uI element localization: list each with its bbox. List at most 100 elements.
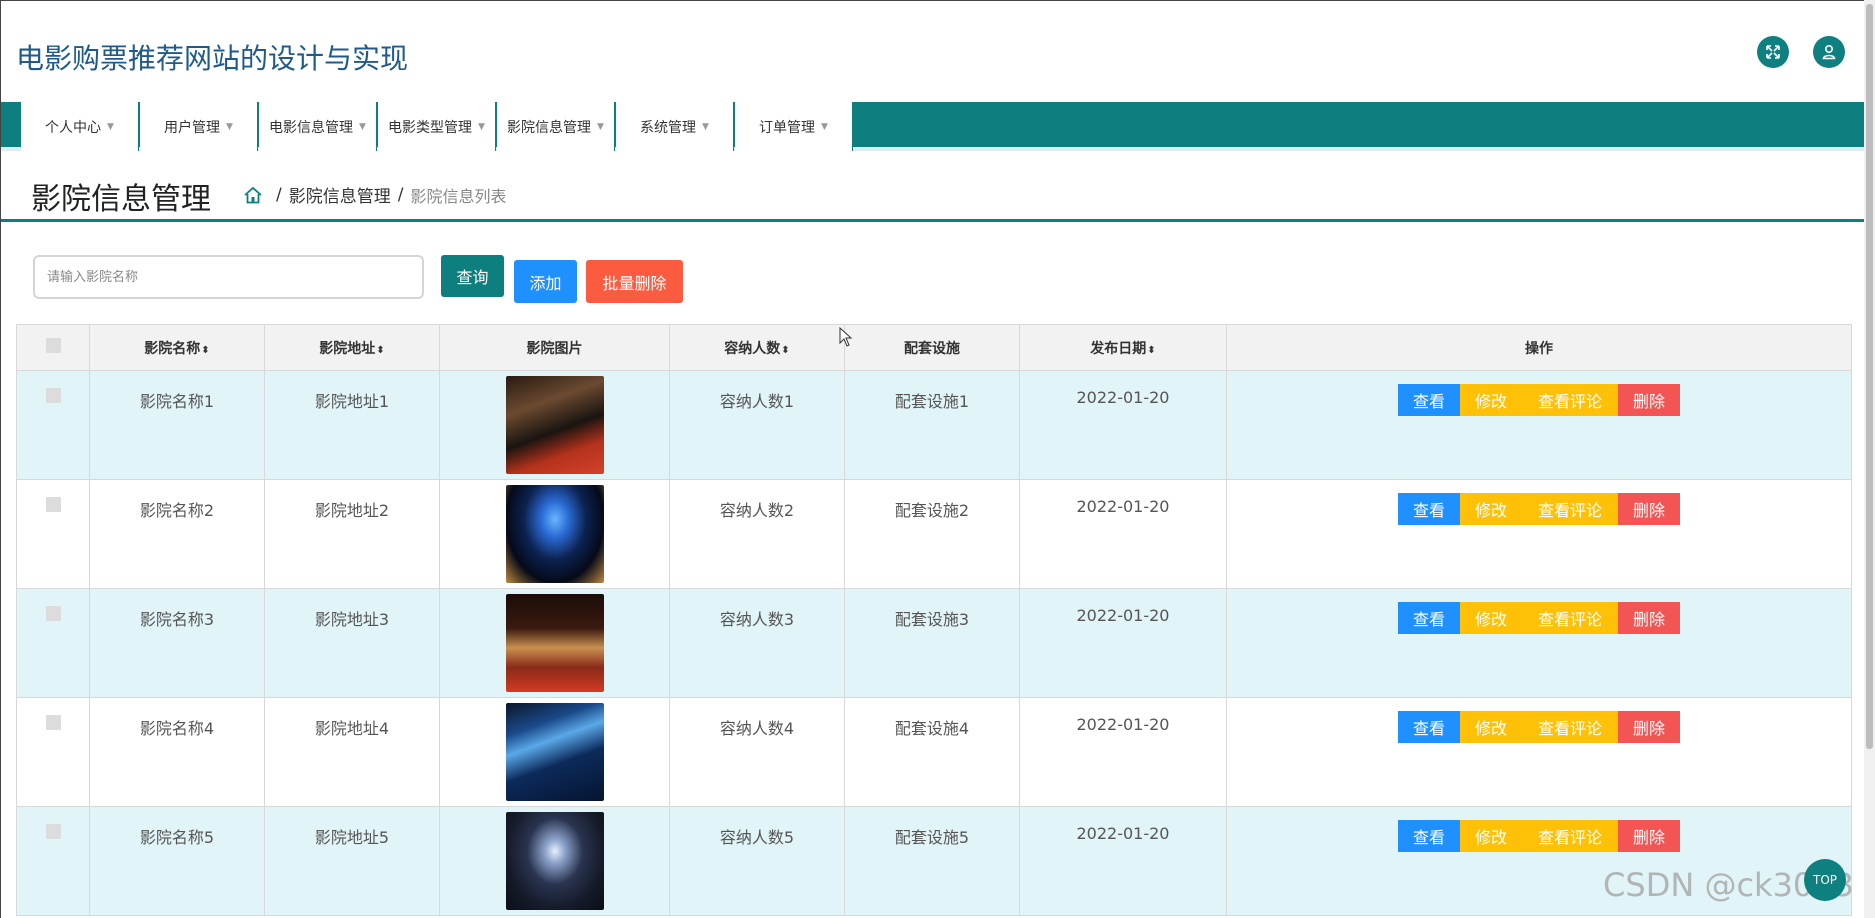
row-checkbox[interactable] <box>45 824 61 839</box>
delete-button[interactable]: 删除 <box>1618 384 1680 416</box>
col-capacity[interactable]: 容纳人数⬍ <box>669 324 845 371</box>
view-button[interactable]: 查看 <box>1398 602 1460 634</box>
nav-cinema-info-management[interactable]: 影院信息管理 ▼ <box>497 102 615 151</box>
cinema-address: 影院地址3 <box>264 588 440 698</box>
row-checkbox[interactable] <box>45 388 61 403</box>
sort-icon[interactable]: ⬍ <box>201 345 209 356</box>
user-button[interactable] <box>1813 36 1845 68</box>
cinema-name: 影院名称2 <box>89 479 265 589</box>
cinema-facilities: 配套设施5 <box>844 806 1020 916</box>
cinema-date: 2022-01-20 <box>1019 588 1227 698</box>
cinema-capacity: 容纳人数3 <box>669 588 845 698</box>
nav-movie-info-management[interactable]: 电影信息管理 ▼ <box>259 102 377 151</box>
select-all-checkbox[interactable] <box>45 338 61 353</box>
nav-movie-type-management[interactable]: 电影类型管理 ▼ <box>378 102 496 151</box>
expand-icon <box>1766 45 1780 59</box>
home-icon[interactable] <box>243 186 263 204</box>
chevron-down-icon: ▼ <box>359 121 366 132</box>
breadcrumb-current: 影院信息列表 <box>410 186 507 206</box>
view-comments-button[interactable]: 查看评论 <box>1522 602 1618 634</box>
chevron-down-icon: ▼ <box>226 121 233 132</box>
view-button[interactable]: 查看 <box>1398 711 1460 743</box>
scrollbar[interactable] <box>1864 0 1875 918</box>
main-nav: 个人中心 ▼ 用户管理 ▼ 电影信息管理 ▼ 电影类型管理 ▼ 影院信息管理 ▼ 系统管理… <box>1 102 1864 151</box>
page-title: 影院信息管理 <box>31 182 211 217</box>
cinema-capacity: 容纳人数2 <box>669 479 845 589</box>
select-all-cell <box>16 324 90 371</box>
col-name[interactable]: 影院名称⬍ <box>89 324 265 371</box>
col-image: 影院图片 <box>439 324 670 371</box>
col-facilities: 配套设施 <box>844 324 1020 371</box>
row-checkbox[interactable] <box>45 497 61 512</box>
cinema-image[interactable] <box>505 703 604 801</box>
sort-icon[interactable]: ⬍ <box>1147 345 1155 356</box>
delete-button[interactable]: 删除 <box>1618 820 1680 852</box>
col-actions: 操作 <box>1226 324 1852 371</box>
breadcrumb-item[interactable]: 影院信息管理 <box>289 182 391 207</box>
view-comments-button[interactable]: 查看评论 <box>1522 384 1618 416</box>
view-comments-button[interactable]: 查看评论 <box>1522 493 1618 525</box>
scrollbar-thumb[interactable] <box>1866 4 1873 749</box>
cinema-address: 影院地址1 <box>264 370 440 480</box>
cinema-date: 2022-01-20 <box>1019 370 1227 480</box>
sort-icon[interactable]: ⬍ <box>376 345 384 356</box>
edit-button[interactable]: 修改 <box>1460 820 1522 852</box>
cinema-image[interactable] <box>505 594 604 692</box>
view-button[interactable]: 查看 <box>1398 820 1460 852</box>
cinema-address: 影院地址2 <box>264 479 440 589</box>
back-to-top-button[interactable]: TOP <box>1804 859 1846 901</box>
delete-button[interactable]: 删除 <box>1618 711 1680 743</box>
view-button[interactable]: 查看 <box>1398 384 1460 416</box>
cinema-name: 影院名称3 <box>89 588 265 698</box>
edit-button[interactable]: 修改 <box>1460 493 1522 525</box>
delete-button[interactable]: 删除 <box>1618 493 1680 525</box>
sort-icon[interactable]: ⬍ <box>781 345 789 356</box>
nav-personal-center[interactable]: 个人中心 ▼ <box>21 102 139 151</box>
edit-button[interactable]: 修改 <box>1460 711 1522 743</box>
search-input[interactable] <box>33 255 424 299</box>
table-row: 影院名称1 影院地址1 容纳人数1 配套设施1 2022-01-20 查看 修改… <box>16 370 1852 480</box>
cinema-name: 影院名称4 <box>89 697 265 807</box>
view-button[interactable]: 查看 <box>1398 493 1460 525</box>
nav-order-management[interactable]: 订单管理 ▼ <box>735 102 853 151</box>
cinema-table: 影院名称⬍ 影院地址⬍ 影院图片 容纳人数⬍ 配套设施 发布日期⬍ 操作 影院名… <box>16 324 1852 916</box>
cinema-image[interactable] <box>505 485 604 583</box>
row-checkbox[interactable] <box>45 606 61 621</box>
col-date[interactable]: 发布日期⬍ <box>1019 324 1227 371</box>
col-address[interactable]: 影院地址⬍ <box>264 324 440 371</box>
chevron-down-icon: ▼ <box>702 121 709 132</box>
table-row: 影院名称2 影院地址2 容纳人数2 配套设施2 2022-01-20 查看 修改… <box>16 479 1852 589</box>
batch-delete-button[interactable]: 批量删除 <box>586 260 683 303</box>
view-comments-button[interactable]: 查看评论 <box>1522 711 1618 743</box>
cinema-capacity: 容纳人数5 <box>669 806 845 916</box>
chevron-down-icon: ▼ <box>478 121 485 132</box>
table-row: 影院名称3 影院地址3 容纳人数3 配套设施3 2022-01-20 查看 修改… <box>16 588 1852 698</box>
site-title: 电影购票推荐网站的设计与实现 <box>16 42 409 75</box>
nav-user-management[interactable]: 用户管理 ▼ <box>140 102 258 151</box>
row-checkbox[interactable] <box>45 715 61 730</box>
cinema-facilities: 配套设施1 <box>844 370 1020 480</box>
table-header-row: 影院名称⬍ 影院地址⬍ 影院图片 容纳人数⬍ 配套设施 发布日期⬍ 操作 <box>16 324 1852 371</box>
view-comments-button[interactable]: 查看评论 <box>1522 820 1618 852</box>
cinema-image[interactable] <box>505 812 604 910</box>
add-button[interactable]: 添加 <box>514 260 577 303</box>
cinema-name: 影院名称5 <box>89 806 265 916</box>
cinema-image[interactable] <box>505 376 604 474</box>
fullscreen-button[interactable] <box>1757 36 1789 68</box>
query-button[interactable]: 查询 <box>441 255 504 297</box>
chevron-down-icon: ▼ <box>821 121 828 132</box>
nav-system-management[interactable]: 系统管理 ▼ <box>616 102 734 151</box>
cinema-address: 影院地址4 <box>264 697 440 807</box>
cinema-capacity: 容纳人数1 <box>669 370 845 480</box>
app-window: 电影购票推荐网站的设计与实现 个人中心 ▼ 用户管理 ▼ 电影信息管理 ▼ 电影类型管… <box>0 0 1864 918</box>
delete-button[interactable]: 删除 <box>1618 602 1680 634</box>
user-icon <box>1822 44 1836 60</box>
table-row: 影院名称5 影院地址5 容纳人数5 配套设施5 2022-01-20 查看 修改… <box>16 806 1852 916</box>
page-header: 影院信息管理 / 影院信息管理 / 影院信息列表 <box>1 156 1864 222</box>
breadcrumb: / 影院信息管理 / 影院信息列表 <box>243 182 506 207</box>
edit-button[interactable]: 修改 <box>1460 602 1522 634</box>
cinema-date: 2022-01-20 <box>1019 806 1227 916</box>
cinema-date: 2022-01-20 <box>1019 697 1227 807</box>
edit-button[interactable]: 修改 <box>1460 384 1522 416</box>
cinema-facilities: 配套设施2 <box>844 479 1020 589</box>
